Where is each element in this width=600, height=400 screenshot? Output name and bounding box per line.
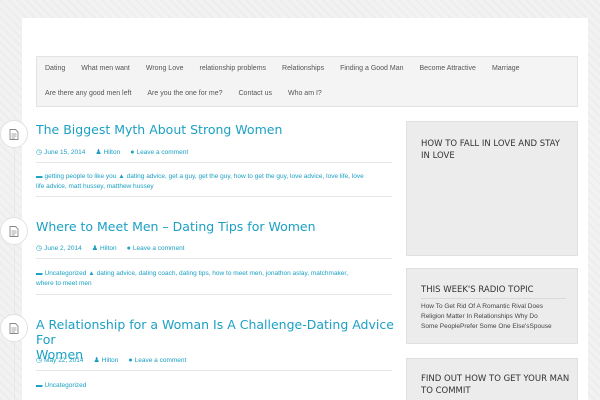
- tag-icon: ▲: [118, 173, 125, 180]
- divider: [36, 294, 392, 295]
- post-meta: ◷ June 15, 2014 ♟ Hilton ● Leave a comme…: [36, 148, 191, 157]
- folder-icon: ▬: [36, 382, 43, 389]
- nav-item-relationships[interactable]: Relationships: [274, 57, 332, 81]
- document-icon: [0, 217, 28, 245]
- post-date[interactable]: June 15, 2014: [44, 149, 85, 156]
- sidebar-widget-fall-in-love: HOW TO FALL IN LOVE AND STAY IN LOVE: [406, 121, 578, 256]
- user-icon: ♟: [93, 357, 100, 364]
- widget-title-line: HOW TO FALL IN LOVE AND STAY: [421, 139, 560, 149]
- sidebar-widget-get-man-commit: FIND OUT HOW TO GET YOUR MAN TO COMMIT: [406, 358, 578, 400]
- leave-comment-link[interactable]: Leave a comment: [135, 357, 187, 364]
- divider: [36, 196, 392, 197]
- main-navigation: Dating What men want Wrong Love relation…: [36, 56, 578, 107]
- comment-icon: ●: [128, 356, 133, 364]
- nav-item-finding-a-good-man[interactable]: Finding a Good Man: [332, 57, 411, 81]
- calendar-icon: ◷: [36, 245, 43, 252]
- widget-divider: [421, 298, 566, 299]
- tag-links[interactable]: life advice, matt hussey, matthew hussey: [36, 183, 154, 190]
- nav-row-1: Dating What men want Wrong Love relation…: [37, 57, 528, 81]
- widget-title: FIND OUT HOW TO GET YOUR MAN TO COMMIT: [421, 373, 571, 397]
- document-icon: [0, 120, 28, 148]
- widget-title-line: FIND OUT HOW TO GET YOUR MAN: [421, 374, 570, 384]
- leave-comment-link[interactable]: Leave a comment: [133, 245, 185, 252]
- category-link[interactable]: Uncategorized: [45, 382, 87, 389]
- post-date[interactable]: May 22, 2014: [44, 357, 83, 364]
- widget-title-line: TO COMMIT: [421, 386, 471, 396]
- nav-row-2: Are there any good men left Are you the …: [37, 82, 330, 106]
- post-meta: ◷ May 22, 2014 ♟ Hilton ● Leave a commen…: [36, 356, 189, 365]
- calendar-icon: ◷: [36, 357, 43, 364]
- nav-item-one-for-me[interactable]: Are you the one for me?: [139, 82, 230, 106]
- nav-item-good-men-left[interactable]: Are there any good men left: [37, 82, 139, 106]
- nav-item-dating[interactable]: Dating: [37, 57, 73, 81]
- post-tags: ▬ Uncategorized ▲ dating advice, dating co…: [36, 269, 388, 289]
- nav-item-relationship-problems[interactable]: relationship problems: [192, 57, 275, 81]
- post-author[interactable]: Hilton: [102, 357, 119, 364]
- radio-topic-line: How To Get Rid Of A Romantic Rival Does: [421, 303, 543, 310]
- nav-item-marriage[interactable]: Marriage: [484, 57, 528, 81]
- leave-comment-link[interactable]: Leave a comment: [136, 149, 188, 156]
- calendar-icon: ◷: [36, 149, 43, 156]
- nav-item-become-attractive[interactable]: Become Attractive: [412, 57, 484, 81]
- nav-item-who-am-i[interactable]: Who am I?: [280, 82, 330, 106]
- radio-topic-line: Some PeoplePrefer Some One Else'sSpouse: [421, 323, 552, 330]
- comment-icon: ●: [126, 244, 131, 252]
- post-tags: ▬ Uncategorized: [36, 381, 388, 391]
- divider: [36, 162, 392, 163]
- tag-links[interactable]: dating advice, get a guy, get the guy, h…: [127, 173, 364, 180]
- nav-item-wrong-love[interactable]: Wrong Love: [138, 57, 192, 81]
- radio-topic-line: Religion Matter In Relationships Why Do: [421, 313, 538, 320]
- post-tags: ▬ getting people to like you ▲ dating advi…: [36, 172, 388, 192]
- comment-icon: ●: [130, 148, 135, 156]
- folder-icon: ▬: [36, 173, 43, 180]
- document-icon: [0, 314, 28, 342]
- divider: [36, 258, 392, 259]
- widget-title: THIS WEEK'S RADIO TOPIC: [421, 285, 534, 295]
- sidebar-widget-radio-topic: THIS WEEK'S RADIO TOPIC How To Get Rid O…: [406, 268, 578, 344]
- post-meta: ◷ June 2, 2014 ♟ Hilton ● Leave a commen…: [36, 244, 188, 253]
- category-link[interactable]: getting people to like you: [45, 173, 117, 180]
- nav-item-what-men-want[interactable]: What men want: [73, 57, 138, 81]
- user-icon: ♟: [95, 149, 102, 156]
- tag-links[interactable]: where to meet men: [36, 280, 92, 287]
- radio-topic-text[interactable]: How To Get Rid Of A Romantic Rival Does …: [421, 302, 571, 332]
- user-icon: ♟: [91, 245, 98, 252]
- widget-title: HOW TO FALL IN LOVE AND STAY IN LOVE: [421, 138, 571, 162]
- post-title[interactable]: Where to Meet Men – Dating Tips for Wome…: [36, 219, 376, 234]
- folder-icon: ▬: [36, 270, 43, 277]
- post-author[interactable]: Hilton: [104, 149, 121, 156]
- tag-links[interactable]: dating advice, dating coach, dating tips…: [97, 270, 348, 277]
- widget-title-line: IN LOVE: [421, 151, 455, 161]
- post-title-line[interactable]: A Relationship for a Woman Is A Challeng…: [36, 317, 394, 347]
- post-date[interactable]: June 2, 2014: [44, 245, 82, 252]
- tag-icon: ▲: [88, 270, 95, 277]
- nav-item-contact-us[interactable]: Contact us: [231, 82, 280, 106]
- divider: [36, 370, 392, 371]
- category-link[interactable]: Uncategorized: [45, 270, 87, 277]
- post-title[interactable]: The Biggest Myth About Strong Women: [36, 122, 376, 137]
- post-author[interactable]: Hilton: [100, 245, 117, 252]
- timeline-line: [14, 118, 15, 400]
